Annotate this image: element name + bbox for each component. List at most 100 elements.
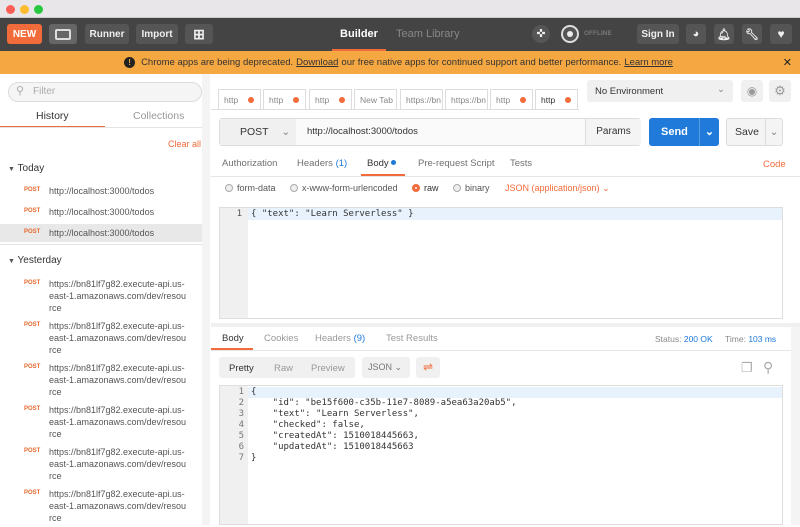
code-link[interactable]: Code [763, 159, 786, 170]
response-body-viewer: 1 {2 "id": "be15f600-c35b-11e7-8089-a5ea6… [219, 385, 783, 525]
copy-icon[interactable]: ❐ [741, 360, 753, 376]
line-number: 7 [238, 453, 244, 463]
pane-resize-handle[interactable] [211, 323, 800, 327]
group-today[interactable]: ▼ Today [8, 163, 44, 174]
params-button[interactable]: Params [585, 119, 641, 145]
tab-pre-request-script[interactable]: Pre-request Script [418, 158, 495, 169]
divider [0, 244, 210, 245]
url-input[interactable]: http://localhost:3000/todos [307, 126, 418, 137]
sync-status-icon[interactable] [561, 25, 579, 43]
tab-label: http [496, 94, 511, 105]
save-options-chevron-icon[interactable]: ⌄ [765, 119, 782, 145]
radio-urlencoded[interactable]: x-www-form-urlencoded [290, 183, 398, 193]
request-tab[interactable]: http [535, 89, 578, 110]
resp-tab-headers[interactable]: Headers (9) [315, 333, 365, 344]
radio-form-data[interactable]: form-data [225, 183, 276, 193]
main-panel: http http http New Tab https://bn https://bn h… [211, 74, 800, 525]
method-select[interactable]: POST ⌄ [220, 119, 296, 145]
history-item[interactable]: POST https://bn81lf7g82.execute-api.us-ea… [0, 317, 202, 359]
unsaved-dot-icon [293, 97, 299, 103]
pretty-button[interactable]: Pretty [229, 363, 254, 374]
minimize-window-button[interactable] [20, 5, 29, 14]
line-number: 2 [238, 398, 244, 408]
tab-authorization[interactable]: Authorization [222, 158, 277, 169]
history-url: http://localhost:3000/todos [49, 207, 155, 217]
banner-text: Chrome apps are being deprecated. [141, 57, 294, 68]
request-tab[interactable]: https://bn [445, 89, 488, 109]
interceptor-icon[interactable]: ✜ [532, 25, 550, 43]
environment-value: No Environment [595, 86, 664, 97]
request-body-editor[interactable]: 1 { "text": "Learn Serverless" } [219, 207, 783, 319]
clear-all-link[interactable]: Clear all [168, 139, 201, 149]
radio-raw[interactable]: raw [412, 183, 439, 193]
chevron-down-icon: ⌄ [281, 126, 291, 138]
chevron-down-icon: ⌄ [602, 183, 610, 193]
content-type-select[interactable]: JSON (application/json) ⌄ [505, 183, 610, 194]
request-tab[interactable]: http [309, 89, 352, 109]
content-type-value: JSON (application/json) [505, 183, 600, 193]
new-button[interactable]: NEW [7, 24, 42, 44]
close-window-button[interactable] [6, 5, 15, 14]
group-yesterday[interactable]: ▼ Yesterday [8, 255, 62, 266]
save-button[interactable]: Save ⌄ [726, 118, 783, 146]
format-select[interactable]: JSON ⌄ [362, 357, 410, 378]
unsaved-dot-icon [339, 97, 345, 103]
history-item[interactable]: POST https://bn81lf7g82.execute-api.us-ea… [0, 359, 202, 401]
capture-icon[interactable]: ◕ [686, 24, 706, 44]
history-item[interactable]: POST https://bn81lf7g82.execute-api.us-ea… [0, 401, 202, 443]
history-item[interactable]: POST http://localhost:3000/todos [0, 203, 202, 221]
history-item[interactable]: POST https://bn81lf7g82.execute-api.us-ea… [0, 485, 202, 527]
gear-icon[interactable]: ⚙ [769, 80, 791, 102]
sign-in-button[interactable]: Sign In [637, 24, 679, 44]
new-window-icon[interactable]: ⊞ [185, 24, 213, 44]
history-item[interactable]: POST http://localhost:3000/todos [0, 182, 202, 200]
environment-select[interactable]: No Environment ⌄ [587, 80, 733, 102]
filter-input[interactable]: Filter [8, 82, 202, 102]
request-tab[interactable]: http [263, 89, 306, 109]
tab-label: New Tab [360, 94, 393, 105]
request-tab[interactable]: https://bn [400, 89, 443, 109]
resp-tab-cookies[interactable]: Cookies [264, 333, 298, 344]
request-tab[interactable]: http [218, 89, 261, 109]
history-item[interactable]: POST https://bn81lf7g82.execute-api.us-ea… [0, 443, 202, 485]
tab-history[interactable]: History [36, 110, 69, 122]
tab-tests[interactable]: Tests [510, 158, 532, 169]
divider [211, 109, 579, 110]
close-banner-icon[interactable]: ✕ [783, 56, 792, 69]
tab-team-library[interactable]: Team Library [396, 28, 460, 40]
tab-headers[interactable]: Headers (1) [297, 158, 347, 169]
maximize-window-button[interactable] [34, 5, 43, 14]
learn-more-link[interactable]: Learn more [624, 57, 673, 68]
search-icon[interactable]: ⚲ [763, 359, 773, 376]
send-options-chevron-icon[interactable]: ⌄ [699, 118, 719, 146]
tab-builder[interactable]: Builder [332, 18, 386, 51]
raw-button[interactable]: Raw [274, 363, 293, 374]
request-tab[interactable]: http [490, 89, 533, 109]
runner-button[interactable]: Runner [85, 24, 129, 44]
main-scrollbar[interactable] [791, 327, 800, 525]
send-button[interactable]: Send ⌄ [649, 118, 719, 146]
eye-icon[interactable]: ◉ [741, 80, 763, 102]
offline-label: OFFLINE [584, 30, 612, 37]
tab-label: Body [367, 158, 389, 169]
resp-tab-body[interactable]: Body [222, 333, 244, 344]
download-link[interactable]: Download [296, 57, 338, 68]
tab-collections[interactable]: Collections [133, 110, 184, 122]
settings-wrench-icon[interactable]: 🔧︎ [742, 24, 762, 44]
notifications-bell-icon[interactable]: 🔔︎ [714, 24, 734, 44]
resp-tab-test-results[interactable]: Test Results [386, 333, 438, 344]
wrap-lines-icon[interactable]: ⇌ [416, 357, 440, 378]
radio-binary[interactable]: binary [453, 183, 490, 193]
tab-body[interactable]: Body [367, 158, 397, 169]
history-item[interactable]: POST http://localhost:3000/todos [0, 224, 202, 242]
history-item[interactable]: POST https://bn81lf7g82.execute-api.us-ea… [0, 275, 202, 317]
sidebar-scrollbar[interactable] [202, 74, 210, 525]
heart-icon[interactable]: ♥ [770, 24, 792, 44]
sidebar-toggle-icon[interactable] [49, 24, 77, 44]
line-number: 3 [238, 409, 244, 419]
import-button[interactable]: Import [136, 24, 178, 44]
request-tab[interactable]: New Tab [354, 89, 397, 109]
divider [211, 350, 800, 351]
preview-button[interactable]: Preview [311, 363, 345, 374]
tab-label: http [224, 94, 239, 105]
